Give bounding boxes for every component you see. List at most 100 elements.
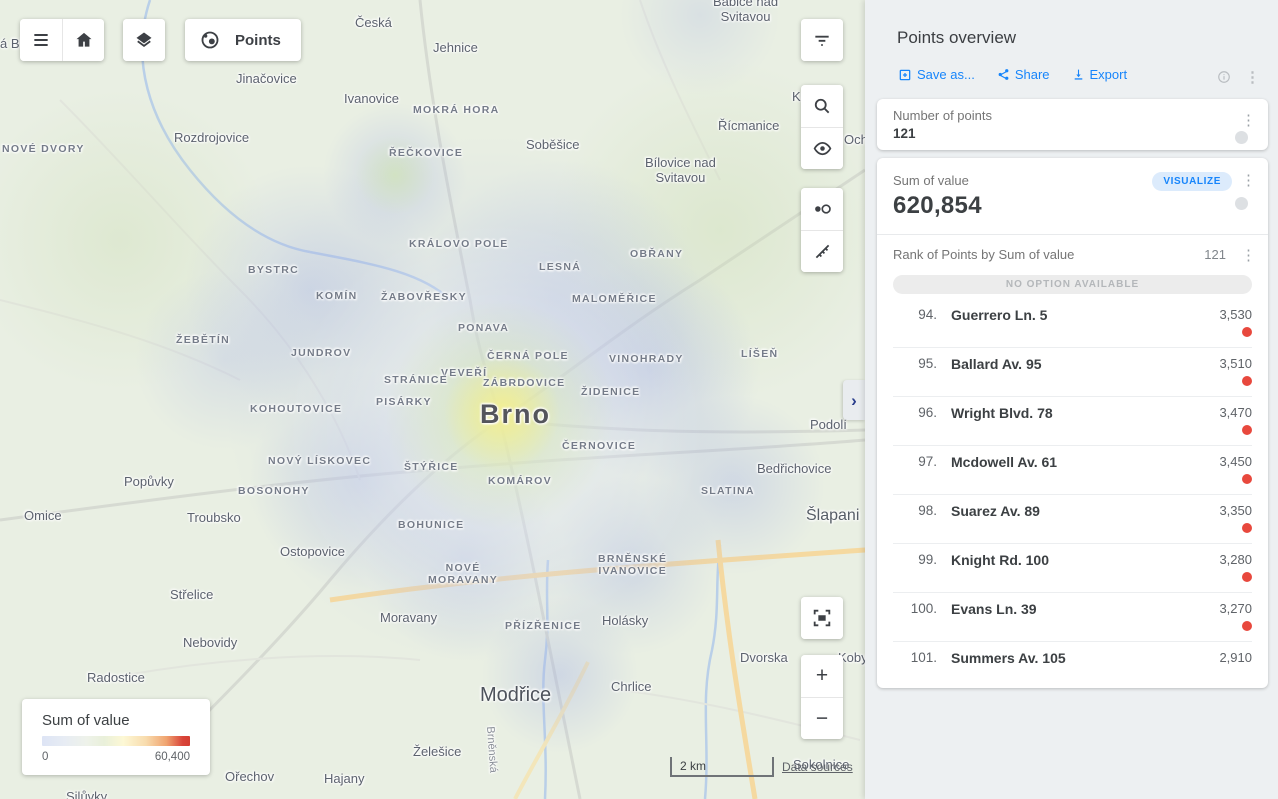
legend-max: 60,400 — [155, 751, 190, 763]
frame-toolgroup — [801, 597, 843, 639]
widget-kebab-button[interactable]: ⋮ — [1239, 111, 1258, 130]
legend-title: Sum of value — [42, 712, 190, 729]
rank-number: 94. — [893, 307, 937, 322]
info-icon — [1217, 70, 1231, 84]
rank-row[interactable]: 94. Guerrero Ln. 5 3,530 — [893, 299, 1252, 348]
search-button[interactable] — [801, 85, 843, 127]
rank-row[interactable]: 100. Evans Ln. 39 3,270 — [893, 593, 1252, 642]
export-button[interactable]: Export — [1072, 67, 1128, 82]
map-legend: Sum of value 0 60,400 — [22, 699, 210, 775]
visualize-badge[interactable]: VISUALIZE — [1152, 172, 1232, 191]
visibility-button[interactable] — [801, 127, 843, 169]
panel-header-icons: ⋮ — [1217, 68, 1260, 86]
points-layer-icon — [199, 29, 221, 51]
category-dot — [1242, 621, 1252, 631]
rank-number: 99. — [893, 552, 937, 567]
category-dot — [1242, 327, 1252, 337]
rank-name: Suarez Av. 89 — [951, 503, 1219, 519]
rank-row[interactable]: 96. Wright Blvd. 78 3,470 — [893, 397, 1252, 446]
search-icon — [812, 96, 832, 116]
filter-toolgroup — [801, 19, 843, 61]
rank-name: Guerrero Ln. 5 — [951, 307, 1219, 323]
rank-number: 96. — [893, 405, 937, 420]
rank-value: 3,470 — [1219, 405, 1252, 420]
rank-number: 95. — [893, 356, 937, 371]
rank-row[interactable]: 101. Summers Av. 105 2,910 — [893, 642, 1252, 688]
measure-toolgroup — [801, 188, 843, 272]
layers-toolbar — [123, 19, 165, 61]
category-dot — [1242, 376, 1252, 386]
layers-icon — [134, 30, 154, 50]
compare-button[interactable] — [801, 188, 843, 230]
scale-label: 2 km — [672, 758, 706, 774]
rank-name: Evans Ln. 39 — [951, 601, 1219, 617]
frame-icon — [811, 607, 833, 629]
menu-button[interactable] — [20, 19, 62, 61]
rank-value: 3,280 — [1219, 552, 1252, 567]
rank-value: 2,910 — [1219, 650, 1252, 665]
rank-row[interactable]: 98. Suarez Av. 89 3,350 — [893, 495, 1252, 544]
rank-row[interactable]: 95. Ballard Av. 95 3,510 — [893, 348, 1252, 397]
save-as-icon — [898, 68, 912, 82]
rank-value: 3,350 — [1219, 503, 1252, 518]
rank-value: 3,530 — [1219, 307, 1252, 322]
points-overview-panel: Points overview Save as... Share Export … — [865, 0, 1278, 799]
zoom-in-button[interactable]: + — [801, 655, 843, 697]
layer-widgets-card: Sum of value 620,854 VISUALIZE ⋮ Rank of… — [877, 158, 1268, 688]
points-layer-button[interactable]: Points — [185, 19, 301, 61]
widget-sync-dot — [1235, 197, 1248, 210]
rank-list: 94. Guerrero Ln. 5 3,530 95. Ballard Av.… — [893, 299, 1252, 688]
measure-button[interactable] — [801, 230, 843, 272]
zoom-in-icon: + — [816, 664, 828, 688]
legend-gradient-bar — [42, 736, 190, 746]
eye-icon — [812, 138, 833, 159]
zoom-out-button[interactable]: − — [801, 697, 843, 739]
compare-icon — [811, 198, 833, 220]
home-icon — [74, 30, 94, 50]
main-toolbar — [20, 19, 104, 61]
rank-row[interactable]: 97. Mcdowell Av. 61 3,450 — [893, 446, 1252, 495]
share-label: Share — [1015, 67, 1050, 82]
category-dot — [1242, 523, 1252, 533]
zoom-toolgroup: + − — [801, 655, 843, 739]
widget-sync-dot — [1235, 131, 1248, 144]
rank-number: 100. — [893, 601, 937, 616]
menu-icon — [31, 30, 51, 50]
filter-icon — [812, 30, 832, 50]
basemap-roads — [0, 0, 865, 799]
rank-value: 3,270 — [1219, 601, 1252, 616]
panel-collapse-handle[interactable]: › — [843, 380, 865, 420]
rank-name: Ballard Av. 95 — [951, 356, 1219, 372]
no-option-banner: NO OPTION AVAILABLE — [893, 275, 1252, 294]
filter-button[interactable] — [801, 19, 843, 61]
panel-actions: Save as... Share Export — [898, 67, 1127, 82]
category-dot — [1242, 572, 1252, 582]
points-layer-label: Points — [235, 32, 281, 49]
widget-label: Rank of Points by Sum of value — [893, 247, 1204, 262]
panel-kebab-button[interactable]: ⋮ — [1245, 68, 1260, 86]
widget-value: 620,854 — [893, 192, 1252, 220]
category-dot — [1242, 474, 1252, 484]
map-canvas[interactable]: á BřČeskáJehniceBabice nad SvitavouJinač… — [0, 0, 865, 799]
export-label: Export — [1090, 67, 1128, 82]
share-icon — [997, 68, 1010, 81]
scale-bar: 2 km — [670, 757, 774, 777]
info-button[interactable] — [1217, 70, 1231, 84]
home-button[interactable] — [62, 19, 104, 61]
measure-icon — [812, 241, 833, 262]
collapse-chevron-icon: › — [851, 392, 857, 409]
save-as-button[interactable]: Save as... — [898, 67, 975, 82]
panel-title: Points overview — [897, 28, 1016, 48]
save-as-label: Save as... — [917, 67, 975, 82]
number-of-points-widget: Number of points 121 ⋮ — [877, 99, 1268, 150]
rank-name: Mcdowell Av. 61 — [951, 454, 1219, 470]
share-button[interactable]: Share — [997, 67, 1050, 82]
data-sources-link[interactable]: Data sources — [782, 760, 853, 774]
rank-row[interactable]: 99. Knight Rd. 100 3,280 — [893, 544, 1252, 593]
widget-kebab-button[interactable]: ⋮ — [1239, 171, 1258, 190]
layers-button[interactable] — [123, 19, 165, 61]
rank-name: Knight Rd. 100 — [951, 552, 1219, 568]
rank-number: 98. — [893, 503, 937, 518]
fit-bounds-button[interactable] — [801, 597, 843, 639]
widget-kebab-button[interactable]: ⋮ — [1239, 246, 1258, 265]
